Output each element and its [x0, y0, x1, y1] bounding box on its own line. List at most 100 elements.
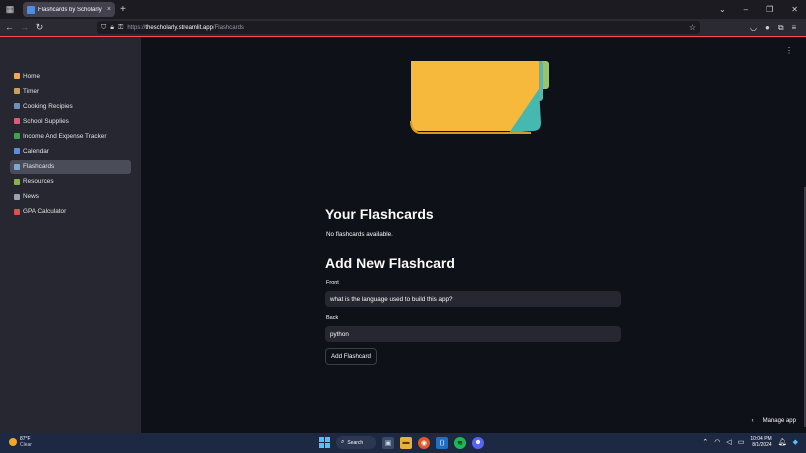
flashcards-heading: Your Flashcards	[325, 206, 434, 222]
sidebar-item-label: School Supplies	[23, 117, 69, 125]
taskbar-apps: ⌕ Search ▣ ▬ ◉ ⟨⟩ ≋ ☻	[319, 436, 484, 449]
weather-condition: Clear	[20, 442, 32, 448]
discord-icon[interactable]: ☻	[472, 436, 484, 449]
page-emoji-icon	[14, 118, 20, 125]
sidebar-item-label: GPA Calculator	[23, 208, 67, 216]
sidebar-item-label: Income And Expense Tracker	[23, 132, 107, 140]
spotify-icon[interactable]: ≋	[454, 436, 466, 449]
close-window-icon[interactable]: ✕	[791, 5, 798, 14]
sidebar-item-resources[interactable]: Resources	[10, 175, 131, 189]
page-emoji-icon	[14, 73, 20, 79]
flashcard-folder-illustration	[410, 61, 549, 134]
sidebar-item-income-and-expense-tracker[interactable]: Income And Expense Tracker	[10, 129, 131, 143]
search-icon: ⌕	[341, 439, 345, 445]
toolbar-icons: ◡ ● ⧉ ≡	[750, 23, 796, 33]
page-emoji-icon	[14, 88, 20, 95]
restore-icon[interactable]: ❐	[766, 5, 773, 14]
sidebar-item-school-supplies[interactable]: School Supplies	[10, 114, 131, 128]
page-emoji-icon	[14, 208, 20, 215]
sidebar-item-label: Cooking Recipies	[23, 102, 73, 110]
firefox-icon[interactable]: ◉	[418, 436, 430, 449]
add-flashcard-heading: Add New Flashcard	[325, 255, 455, 271]
empty-message: No flashcards available.	[326, 231, 393, 238]
sidebar-item-timer[interactable]: Timer	[10, 84, 131, 98]
reload-icon[interactable]: ↻	[32, 22, 47, 33]
forward-arrow-icon[interactable]: →	[17, 22, 32, 33]
tab-title: Flashcards by Scholarly · Stream	[38, 6, 104, 13]
page-emoji-icon	[14, 133, 20, 140]
copilot-icon[interactable]: ◆	[793, 438, 798, 446]
sidebar-item-label: Timer	[23, 87, 40, 95]
front-input[interactable]	[330, 295, 621, 303]
screen: ▦ Flashcards by Scholarly · Stream × + ⌄…	[0, 0, 806, 453]
page-emoji-icon	[14, 163, 20, 170]
sidebar-item-cooking-recipies[interactable]: Cooking Recipies	[10, 99, 131, 113]
clock[interactable]: 10:04 PM 8/1/2024	[750, 436, 771, 448]
new-tab-button[interactable]: +	[120, 4, 126, 15]
shield-icon[interactable]: ⛉	[101, 24, 106, 32]
volume-icon[interactable]: ◁	[726, 438, 731, 446]
tab-list-icon[interactable]: ▦	[3, 3, 17, 17]
sidebar-item-label: News	[23, 193, 39, 201]
file-explorer-icon[interactable]: ▬	[400, 436, 412, 449]
back-field[interactable]	[325, 326, 621, 342]
sidebar-item-label: Resources	[23, 178, 54, 186]
browser-tab-active[interactable]: Flashcards by Scholarly · Stream ×	[23, 2, 115, 17]
search-label: Search	[347, 439, 364, 446]
sidebar-item-label: Calendar	[23, 147, 49, 155]
front-field[interactable]	[325, 291, 621, 307]
sidebar-item-label: Home	[23, 72, 41, 80]
weather-widget[interactable]: 87°F Clear	[9, 436, 32, 448]
back-arrow-icon[interactable]: ←	[2, 22, 17, 33]
weather-icon	[9, 438, 17, 446]
manage-app-button[interactable]: ‹ Manage app	[752, 418, 796, 424]
sidebar-item-calendar[interactable]: Calendar	[10, 144, 131, 158]
sidebar-nav: Home Timer Cooking Recipies School Supplies…	[10, 69, 131, 220]
start-icon[interactable]	[319, 437, 330, 448]
url-text[interactable]: https://thescholarly.streamlit.app/Flash…	[127, 25, 685, 31]
add-flashcard-button[interactable]: Add Flashcard	[325, 348, 377, 365]
sidebar-item-gpa-calculator[interactable]: GPA Calculator	[10, 205, 131, 219]
vscode-icon[interactable]: ⟨⟩	[436, 436, 448, 449]
manage-app-label: Manage app	[762, 418, 796, 424]
page-emoji-icon	[14, 148, 20, 155]
sidebar-item-home[interactable]: Home	[10, 69, 131, 83]
back-label: Back	[326, 315, 339, 321]
menu-icon[interactable]: ≡	[792, 23, 797, 33]
page-emoji-icon	[14, 103, 20, 110]
clock-date: 8/1/2024	[752, 442, 772, 448]
permissions-icon[interactable]: ⚿	[118, 24, 123, 32]
bookmark-star-icon[interactable]: ☆	[689, 23, 696, 32]
address-bar[interactable]: ⛉ 🔒︎ ⚿ https://thescholarly.streamlit.ap…	[97, 21, 700, 34]
sidebar-item-news[interactable]: News	[10, 190, 131, 204]
sidebar: Home Timer Cooking Recipies School Supplies…	[0, 37, 141, 433]
minimize-icon[interactable]: –	[744, 5, 748, 14]
taskbar: 87°F Clear ⌕ Search ▣ ▬ ◉ ⟨⟩ ≋ ☻ ⌃ ◠ ◁ ▭…	[0, 433, 806, 453]
front-label: Front	[326, 280, 339, 286]
pocket-icon[interactable]: ◡	[750, 23, 757, 33]
page-emoji-icon	[14, 193, 20, 200]
wifi-icon[interactable]: ◠	[714, 438, 720, 446]
battery-icon[interactable]: ▭	[738, 438, 745, 446]
browser-toolbar: ← → ↻ ⛉ 🔒︎ ⚿ https://thescholarly.stream…	[0, 19, 806, 36]
extensions-icon[interactable]: ⧉	[778, 23, 784, 33]
chevron-left-icon: ‹	[751, 418, 754, 424]
notification-bell-icon[interactable]: 🔔︎	[778, 438, 787, 446]
tab-favicon-icon	[27, 5, 35, 14]
list-all-tabs-icon[interactable]: ⌄	[719, 5, 726, 14]
account-icon[interactable]: ●	[765, 23, 770, 33]
taskbar-search[interactable]: ⌕ Search	[336, 436, 376, 449]
sidebar-item-flashcards[interactable]: Flashcards	[10, 159, 131, 174]
url-prefix: https://	[127, 24, 146, 31]
sidebar-item-label: Flashcards	[23, 163, 55, 171]
task-view-icon[interactable]: ▣	[382, 436, 394, 449]
more-options-icon[interactable]: ⋮	[785, 46, 793, 55]
lock-icon[interactable]: 🔒︎	[110, 24, 114, 32]
back-input[interactable]	[330, 330, 621, 338]
chevron-up-icon[interactable]: ⌃	[702, 438, 708, 446]
url-host: thescholarly.streamlit.app	[145, 24, 213, 31]
page-emoji-icon	[14, 178, 20, 185]
browser-tab-strip: ▦ Flashcards by Scholarly · Stream × + ⌄…	[0, 0, 806, 19]
close-tab-icon[interactable]: ×	[107, 6, 111, 13]
system-tray: ⌃ ◠ ◁ ▭ 10:04 PM 8/1/2024 🔔︎ ◆	[702, 436, 798, 448]
